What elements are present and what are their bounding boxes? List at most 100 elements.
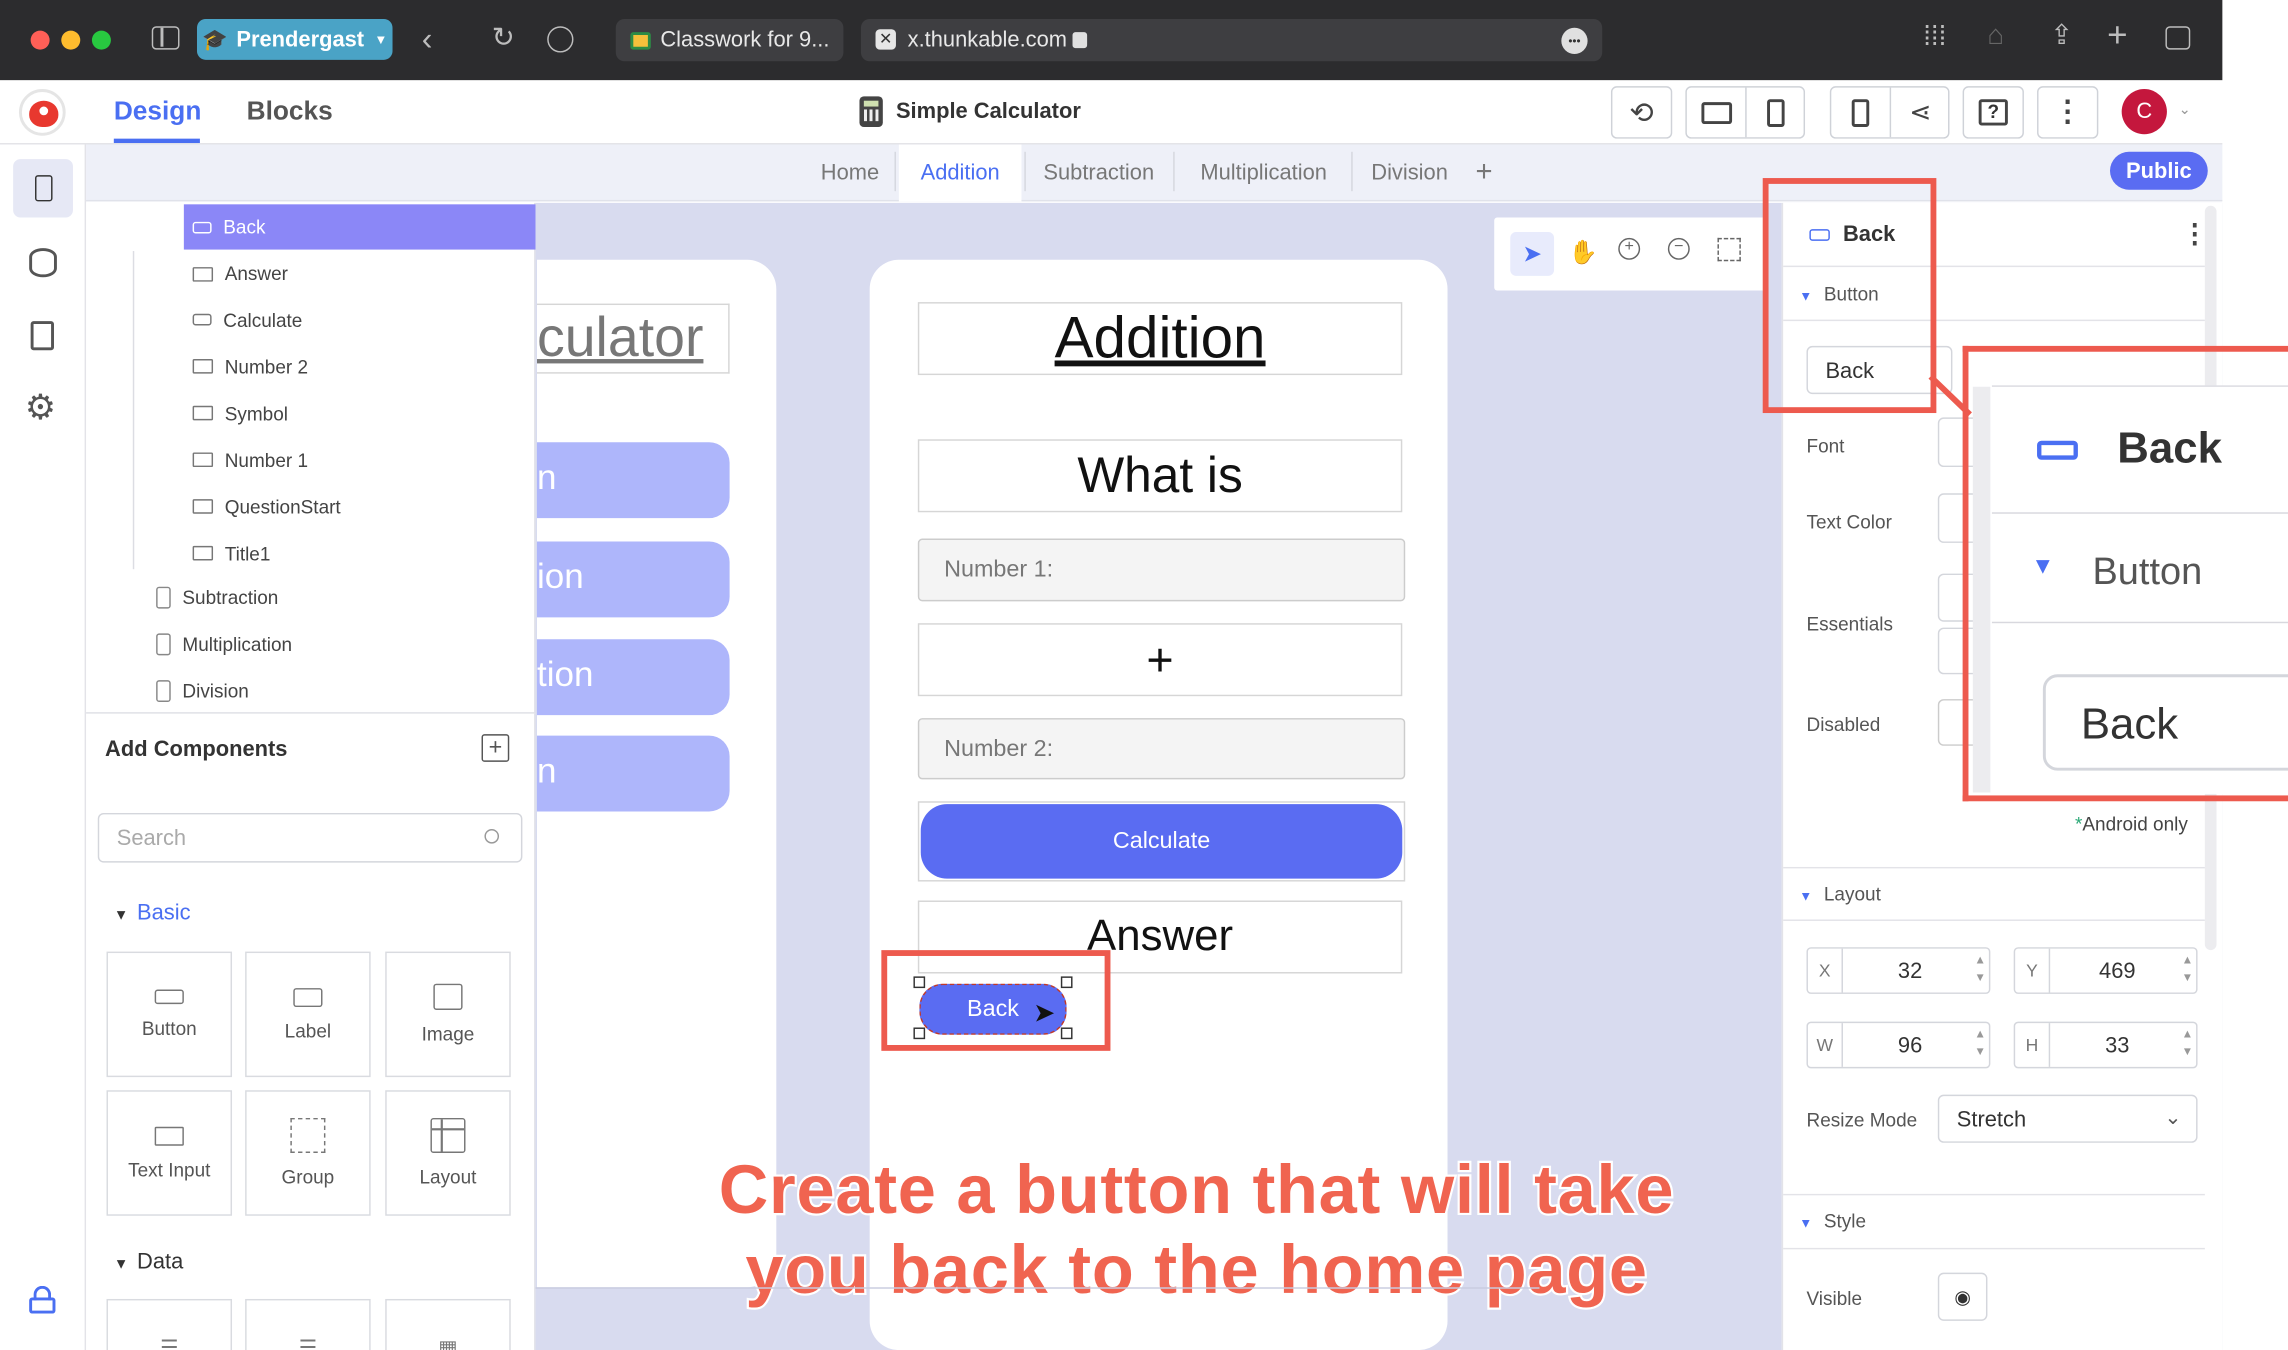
symbol-label[interactable]: + — [917, 623, 1403, 697]
tree-screen-division[interactable]: Division — [156, 667, 292, 714]
new-tab-icon[interactable]: + — [2107, 16, 2127, 57]
stepper-arrows-icon[interactable]: ▲ ▼ — [2182, 1026, 2194, 1061]
width-input[interactable]: W 96 ▲ ▼ — [1806, 1021, 1991, 1069]
visible-toggle[interactable]: ◉ — [1937, 1272, 1988, 1321]
number-2-input[interactable]: Number 2: — [917, 718, 1406, 780]
browser-tab-classwork[interactable]: Classwork for 9... — [615, 18, 844, 62]
basic-category[interactable]: ▼ Basic — [114, 901, 191, 926]
symbol-text: + — [1146, 632, 1174, 686]
layout-section-header[interactable]: ▼ Layout — [1799, 883, 1881, 905]
height-input[interactable]: H 33 ▲ ▼ — [2013, 1021, 2198, 1069]
component-layout[interactable]: Layout — [385, 1090, 511, 1216]
add-component-plus-icon[interactable]: + — [481, 734, 510, 762]
settings-gear-icon[interactable]: ⚙ — [25, 390, 56, 426]
home-nav-button[interactable]: n — [536, 442, 730, 519]
question-start-label[interactable]: What is — [917, 439, 1403, 513]
zoom-out-icon[interactable]: − — [1667, 237, 1690, 260]
back-arrow-icon[interactable]: ‹ — [422, 20, 433, 58]
select-pointer-icon[interactable]: ➤ — [1510, 232, 1555, 276]
download-button[interactable] — [1831, 87, 1892, 138]
more-options-icon[interactable]: ••• — [1561, 27, 1588, 55]
tree-item-label: Division — [182, 679, 249, 702]
tab-overview-icon[interactable] — [2165, 26, 2191, 50]
component-data-grid[interactable]: ▦ — [385, 1298, 511, 1350]
component-group[interactable]: Group — [245, 1090, 371, 1216]
screen-tab-division[interactable]: Division — [1354, 144, 1465, 201]
number-1-input[interactable]: Number 1: — [917, 538, 1406, 602]
tab-divider — [1351, 151, 1353, 192]
component-data-list[interactable]: ☰ — [106, 1298, 233, 1350]
screen-tab-multiplication[interactable]: Multiplication — [1176, 144, 1351, 201]
sidebar-toggle-icon[interactable] — [151, 26, 180, 50]
close-window-button[interactable] — [30, 30, 50, 50]
component-image[interactable]: Image — [385, 951, 511, 1078]
screen-tab-addition[interactable]: Addition — [898, 144, 1022, 202]
x-position-input[interactable]: X 32 ▲ ▼ — [1806, 947, 1991, 994]
highlight-box-zoom — [1962, 345, 2288, 802]
style-section-header[interactable]: ▼ Style — [1799, 1210, 1866, 1232]
tree-item-calculate[interactable]: Calculate — [184, 296, 341, 343]
component-button[interactable]: Button — [106, 951, 233, 1078]
tree-item-back[interactable]: Back — [183, 204, 536, 250]
tab-design[interactable]: Design — [114, 96, 202, 127]
tree-item-questionstart[interactable]: QuestionStart — [184, 483, 341, 530]
data-category[interactable]: ▼ Data — [114, 1249, 183, 1274]
hand-pan-icon[interactable]: ✋ — [1569, 238, 1598, 267]
device-preview-button[interactable] — [1747, 88, 1805, 138]
stepper-arrows-icon[interactable]: ▲ ▼ — [1974, 1026, 1986, 1061]
timer-icon[interactable] — [547, 26, 574, 53]
zoom-window-button[interactable] — [91, 30, 111, 50]
calculate-button[interactable]: Calculate — [920, 804, 1403, 879]
component-data-viewer[interactable]: ☰ — [245, 1298, 371, 1350]
screen-tab-subtraction[interactable]: Subtraction — [1027, 144, 1170, 201]
reload-icon[interactable]: ↻ — [492, 22, 515, 56]
lock-icon[interactable] — [29, 1285, 56, 1314]
home-nav-button[interactable]: n — [536, 735, 730, 812]
screen-tab-home[interactable]: Home — [807, 144, 893, 201]
tree-item-title1[interactable]: Title1 — [184, 530, 341, 577]
share-button[interactable]: ⋖ — [1891, 88, 1949, 138]
tree-screen-multiplication[interactable]: Multiplication — [156, 620, 292, 667]
home-nav-button[interactable]: tion — [536, 639, 730, 716]
component-search-input[interactable]: Search — [97, 812, 523, 863]
web-preview-button[interactable] — [1687, 87, 1747, 138]
grid-apps-icon[interactable]: ⁞⁞⁞ — [1923, 22, 1946, 54]
tree-item-number-1[interactable]: Number 1 — [184, 436, 341, 483]
database-icon[interactable] — [29, 248, 57, 278]
resize-mode-select[interactable]: Stretch ⌄ — [1937, 1094, 2198, 1143]
component-label[interactable]: Label — [245, 951, 371, 1078]
home-icon[interactable]: ⌂ — [1987, 20, 2004, 52]
home-screen-preview[interactable]: culator n ion tion n — [536, 259, 777, 1288]
stepper-arrows-icon[interactable]: ▲ ▼ — [2182, 952, 2194, 987]
share-icon[interactable]: ⇪ — [2050, 19, 2073, 53]
tab-blocks[interactable]: Blocks — [247, 96, 333, 127]
close-tab-icon[interactable]: ✕ — [875, 29, 896, 50]
addition-title-label[interactable]: Addition — [917, 302, 1403, 376]
tree-item-number-2[interactable]: Number 2 — [184, 343, 341, 390]
stepper-arrows-icon[interactable]: ▲ ▼ — [1974, 952, 1986, 987]
home-nav-button[interactable]: ion — [536, 541, 730, 618]
thunkable-logo[interactable] — [18, 89, 66, 136]
zoom-in-icon[interactable]: + — [1618, 237, 1641, 260]
address-bar[interactable]: ✕ x.thunkable.com ••• — [860, 18, 1603, 62]
user-avatar[interactable]: C — [2121, 89, 2167, 135]
y-value: 469 — [2099, 958, 2136, 984]
tree-item-answer[interactable]: Answer — [184, 251, 341, 296]
profile-button[interactable]: 🎓 Prendergast ▼ — [196, 18, 393, 60]
tree-item-symbol[interactable]: Symbol — [184, 390, 341, 437]
component-text-input[interactable]: Text Input — [106, 1090, 233, 1216]
assets-icon[interactable] — [30, 321, 54, 351]
tree-screen-subtraction[interactable]: Subtraction — [156, 574, 292, 621]
add-screen-button[interactable]: + — [1465, 144, 1503, 201]
y-position-input[interactable]: Y 469 ▲ ▼ — [2013, 947, 2198, 994]
fit-screen-icon[interactable] — [1717, 237, 1741, 262]
component-options-icon[interactable]: ⋮ — [2182, 219, 2208, 250]
avatar-chevron-icon[interactable]: ⌄ — [2179, 102, 2191, 118]
design-screens-button[interactable] — [13, 159, 73, 218]
public-toggle-button[interactable]: Public — [2110, 151, 2208, 190]
highlight-box-back-button — [881, 950, 1111, 1051]
version-history-button[interactable]: ⟲ — [1610, 86, 1673, 139]
more-menu-button[interactable]: ⋮ — [2037, 86, 2099, 139]
minimize-window-button[interactable] — [61, 30, 81, 50]
help-button[interactable]: ? — [1962, 86, 2024, 139]
